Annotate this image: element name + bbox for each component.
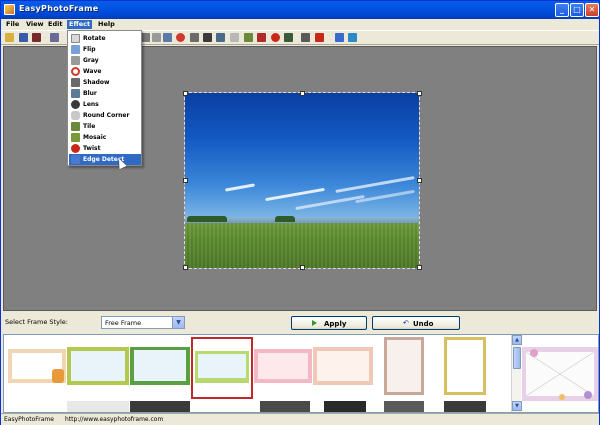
status-url[interactable]: http://www.easyphotoframe.com (65, 416, 163, 423)
lens-icon[interactable] (203, 33, 212, 42)
resize-handle[interactable] (417, 265, 422, 270)
menu-item-round-corner[interactable]: Round Corner (69, 110, 141, 121)
printer-setup-icon[interactable] (315, 33, 324, 42)
effect-menu: Rotate Flip Gray Wave Shadow Blur Lens R… (67, 30, 142, 166)
rotate-icon (71, 34, 80, 43)
blur-icon[interactable] (216, 33, 225, 42)
chevron-down-icon[interactable]: ▼ (172, 317, 184, 328)
menu-file[interactable]: File (4, 20, 21, 29)
frame-style-select[interactable]: Free Frame ▼ (101, 316, 185, 329)
play-arrow-icon (312, 320, 317, 326)
wave-icon (71, 67, 80, 76)
apply-button[interactable]: Apply (291, 316, 367, 330)
frame-style-bar: Select Frame Style: Free Frame ▼ Apply ↶… (1, 312, 599, 334)
menu-item-flip[interactable]: Flip (69, 44, 141, 55)
gray-icon (71, 56, 80, 65)
menu-item-blur[interactable]: Blur (69, 88, 141, 99)
rotate-icon[interactable] (176, 33, 185, 42)
print-icon[interactable] (301, 33, 310, 42)
flip-icon[interactable] (163, 33, 172, 42)
edge-detect-icon (71, 155, 80, 164)
resize-handle[interactable] (417, 91, 422, 96)
frame-thumbnail[interactable] (444, 337, 486, 395)
frame-style-label: Select Frame Style: (5, 318, 68, 326)
about-icon[interactable] (348, 33, 357, 42)
save-icon[interactable] (19, 33, 28, 42)
resize-handle[interactable] (417, 178, 422, 183)
frame-thumbnail[interactable] (8, 349, 66, 383)
menu-item-gray[interactable]: Gray (69, 55, 141, 66)
frame-thumbnail[interactable] (254, 349, 312, 383)
resize-icon[interactable] (152, 33, 161, 42)
scroll-thumb[interactable] (513, 347, 521, 369)
frame-thumbnail[interactable] (130, 401, 190, 412)
frame-thumbnail[interactable] (324, 401, 366, 412)
menu-item-shadow[interactable]: Shadow (69, 77, 141, 88)
menu-item-mosaic[interactable]: Mosaic (69, 132, 141, 143)
title-bar[interactable]: EasyPhotoFrame _ □ ✕ (1, 1, 599, 19)
app-window: EasyPhotoFrame _ □ ✕ File View Edit Effe… (0, 0, 600, 425)
frame-thumbnail[interactable] (444, 401, 486, 412)
lens-icon (71, 100, 80, 109)
menu-effect[interactable]: Effect (67, 20, 93, 29)
maximize-button[interactable]: □ (570, 3, 584, 17)
status-app-name: EasyPhotoFrame (4, 416, 54, 423)
tile-icon[interactable] (244, 33, 253, 42)
round-corner-icon[interactable] (230, 33, 239, 42)
menu-item-twist[interactable]: Twist (69, 143, 141, 154)
twist-icon (71, 144, 80, 153)
photo-sky (185, 93, 419, 223)
scroll-up-icon[interactable]: ▲ (512, 335, 522, 345)
frame-thumbnail[interactable] (67, 347, 129, 385)
frame-thumbnail[interactable] (130, 347, 190, 385)
frame-thumbnail-strip[interactable]: ▲ ▼ (3, 334, 599, 413)
scroll-down-icon[interactable]: ▼ (512, 401, 522, 411)
mosaic-icon[interactable] (257, 33, 266, 42)
save-as-icon[interactable] (32, 33, 41, 42)
resize-handle[interactable] (183, 265, 188, 270)
flip-icon (71, 45, 80, 54)
frame-thumbnail[interactable] (260, 401, 310, 412)
resize-handle[interactable] (183, 91, 188, 96)
resize-handle[interactable] (300, 91, 305, 96)
crop-icon[interactable] (141, 33, 150, 42)
photo-canvas[interactable] (184, 92, 420, 269)
thumbnail-scrollbar[interactable]: ▲ ▼ (511, 335, 522, 412)
undo-icon[interactable] (50, 33, 59, 42)
export-icon[interactable] (335, 33, 344, 42)
menu-item-lens[interactable]: Lens (69, 99, 141, 110)
menu-item-wave[interactable]: Wave (69, 66, 141, 77)
undo-button[interactable]: ↶ Undo (372, 316, 460, 330)
round-corner-icon (71, 111, 80, 120)
app-icon (4, 4, 15, 15)
menu-bar: File View Edit Effect Help (1, 19, 599, 30)
frame-thumbnail-selected[interactable] (191, 337, 253, 399)
tile-icon (71, 122, 80, 131)
resize-handle[interactable] (300, 265, 305, 270)
frame-thumbnail[interactable] (384, 337, 424, 395)
minimize-button[interactable]: _ (555, 3, 569, 17)
menu-help[interactable]: Help (96, 20, 117, 29)
menu-item-tile[interactable]: Tile (69, 121, 141, 132)
blur-icon (71, 89, 80, 98)
mosaic-icon (71, 133, 80, 142)
open-icon[interactable] (5, 33, 14, 42)
menu-edit[interactable]: Edit (46, 20, 64, 29)
menu-item-rotate[interactable]: Rotate (69, 33, 141, 44)
shadow-icon (71, 78, 80, 87)
frame-thumbnail[interactable] (313, 347, 373, 385)
window-title: EasyPhotoFrame (19, 4, 99, 13)
menu-view[interactable]: View (24, 20, 46, 29)
frame-preview (522, 347, 598, 401)
frame-thumbnail[interactable] (384, 401, 424, 412)
resize-handle[interactable] (183, 178, 188, 183)
status-bar: EasyPhotoFrame http://www.easyphotoframe… (1, 413, 599, 425)
undo-arrow-icon: ↶ (403, 319, 409, 327)
brush-icon[interactable] (284, 33, 293, 42)
menu-item-edge-detect[interactable]: Edge Detect (69, 154, 141, 165)
twist-icon[interactable] (271, 33, 280, 42)
frame-thumbnail[interactable] (67, 401, 129, 412)
gray-icon[interactable] (190, 33, 199, 42)
close-button[interactable]: ✕ (585, 3, 599, 17)
